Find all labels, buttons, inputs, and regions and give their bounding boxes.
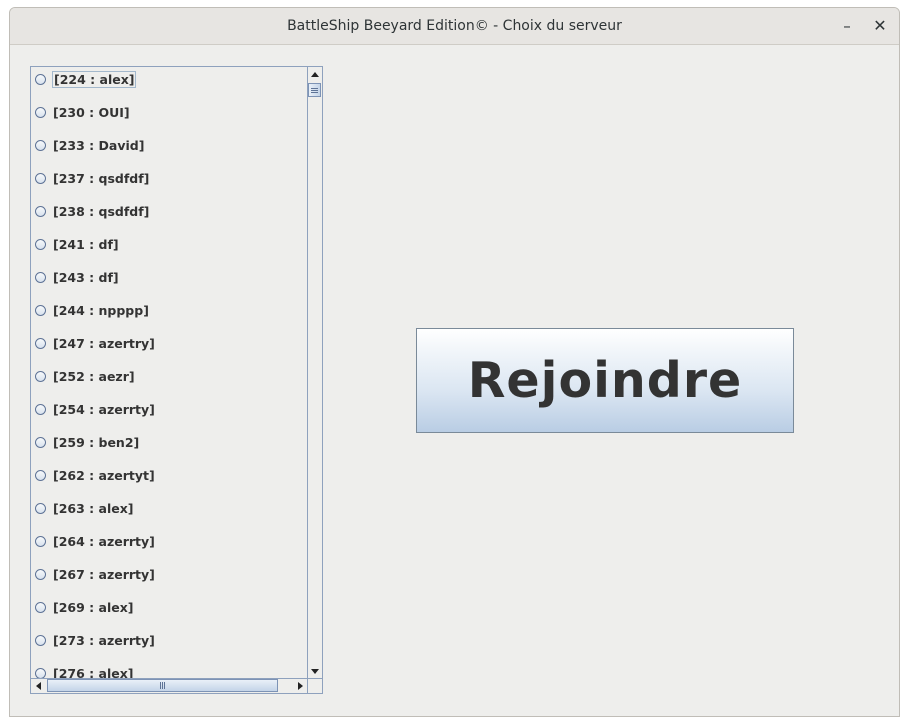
server-list-item-label: [224 : alex] xyxy=(52,70,137,88)
server-list-item-label: [254 : azerrty] xyxy=(53,401,155,417)
server-list: [224 : alex] [230 : OUI] [233 : David] [237… xyxy=(31,67,307,678)
server-list-item[interactable]: [233 : David] xyxy=(35,134,145,156)
server-list-panel: [224 : alex] [230 : OUI] [233 : David] [237… xyxy=(30,66,323,694)
radio-icon[interactable] xyxy=(35,73,46,85)
radio-icon[interactable] xyxy=(35,205,46,217)
server-list-item-label: [273 : azerrty] xyxy=(53,632,155,648)
server-list-item[interactable]: [224 : alex] xyxy=(35,68,137,90)
radio-icon[interactable] xyxy=(35,568,46,580)
server-list-item[interactable]: [263 : alex] xyxy=(35,497,134,519)
server-list-item[interactable]: [269 : alex] xyxy=(35,596,134,618)
server-list-item[interactable]: [230 : OUI] xyxy=(35,101,131,123)
radio-icon[interactable] xyxy=(35,436,46,448)
scroll-up-button[interactable] xyxy=(308,67,322,81)
server-list-item[interactable]: [241 : df] xyxy=(35,233,120,255)
server-list-item-label: [233 : David] xyxy=(53,137,145,153)
server-list-item[interactable]: [252 : aezr] xyxy=(35,365,136,387)
arrow-right-icon xyxy=(297,682,303,690)
scroll-left-button[interactable] xyxy=(31,679,45,693)
scroll-corner xyxy=(307,678,322,693)
server-list-item[interactable]: [259 : ben2] xyxy=(35,431,140,453)
join-button[interactable]: Rejoindre xyxy=(416,328,794,433)
server-list-item-label: [237 : qsdfdf] xyxy=(53,170,150,186)
server-list-item[interactable]: [264 : azerrty] xyxy=(35,530,156,552)
server-list-item-label: [247 : azertry] xyxy=(53,335,155,351)
radio-icon[interactable] xyxy=(35,535,46,547)
server-list-item[interactable]: [254 : azerrty] xyxy=(35,398,156,420)
radio-icon[interactable] xyxy=(35,106,46,118)
server-list-item-label: [264 : azerrty] xyxy=(53,533,155,549)
window-title: BattleShip Beeyard Edition© - Choix du s… xyxy=(287,18,622,34)
join-button-label: Rejoindre xyxy=(467,352,743,409)
server-list-item-label: [276 : alex] xyxy=(53,665,134,679)
radio-icon[interactable] xyxy=(35,139,46,151)
server-list-item[interactable]: [247 : azertry] xyxy=(35,332,156,354)
arrow-left-icon xyxy=(35,682,41,690)
radio-icon[interactable] xyxy=(35,337,46,349)
radio-icon[interactable] xyxy=(35,634,46,646)
close-button[interactable]: ✕ xyxy=(868,14,892,38)
radio-icon[interactable] xyxy=(35,667,46,678)
radio-icon[interactable] xyxy=(35,403,46,415)
radio-icon[interactable] xyxy=(35,238,46,250)
app-window: BattleShip Beeyard Edition© - Choix du s… xyxy=(9,7,900,717)
radio-icon[interactable] xyxy=(35,172,46,184)
radio-icon[interactable] xyxy=(35,502,46,514)
server-list-item-label: [269 : alex] xyxy=(53,599,134,615)
vertical-scrollbar[interactable] xyxy=(307,67,322,678)
radio-icon[interactable] xyxy=(35,370,46,382)
server-list-item-label: [243 : df] xyxy=(53,269,119,285)
radio-icon[interactable] xyxy=(35,601,46,613)
scroll-right-button[interactable] xyxy=(293,679,307,693)
server-list-item-label: [244 : npppp] xyxy=(53,302,149,318)
arrow-up-icon xyxy=(311,71,319,77)
server-list-item-label: [259 : ben2] xyxy=(53,434,140,450)
vertical-scroll-thumb[interactable] xyxy=(308,83,321,97)
minimize-button[interactable]: – xyxy=(835,14,859,38)
server-list-item[interactable]: [238 : qsdfdf] xyxy=(35,200,150,222)
server-list-item-label: [262 : azertyt] xyxy=(53,467,155,483)
server-list-item[interactable]: [276 : alex] xyxy=(35,662,134,678)
server-list-item-label: [267 : azerrty] xyxy=(53,566,155,582)
server-list-item[interactable]: [244 : npppp] xyxy=(35,299,150,321)
scroll-down-button[interactable] xyxy=(308,664,322,678)
server-list-item[interactable]: [267 : azerrty] xyxy=(35,563,156,585)
server-list-item-label: [230 : OUI] xyxy=(53,104,130,120)
server-list-item[interactable]: [262 : azertyt] xyxy=(35,464,156,486)
horizontal-scroll-thumb[interactable] xyxy=(47,679,278,692)
server-list-item[interactable]: [273 : azerrty] xyxy=(35,629,156,651)
radio-icon[interactable] xyxy=(35,304,46,316)
radio-icon[interactable] xyxy=(35,271,46,283)
server-list-item[interactable]: [237 : qsdfdf] xyxy=(35,167,150,189)
server-list-item-label: [241 : df] xyxy=(53,236,119,252)
server-list-item-label: [238 : qsdfdf] xyxy=(53,203,150,219)
radio-icon[interactable] xyxy=(35,469,46,481)
server-list-item-label: [252 : aezr] xyxy=(53,368,135,384)
arrow-down-icon xyxy=(311,668,319,674)
server-list-item-label: [263 : alex] xyxy=(53,500,134,516)
server-list-item[interactable]: [243 : df] xyxy=(35,266,120,288)
horizontal-scrollbar[interactable] xyxy=(31,678,307,693)
title-bar[interactable]: BattleShip Beeyard Edition© - Choix du s… xyxy=(10,8,899,45)
